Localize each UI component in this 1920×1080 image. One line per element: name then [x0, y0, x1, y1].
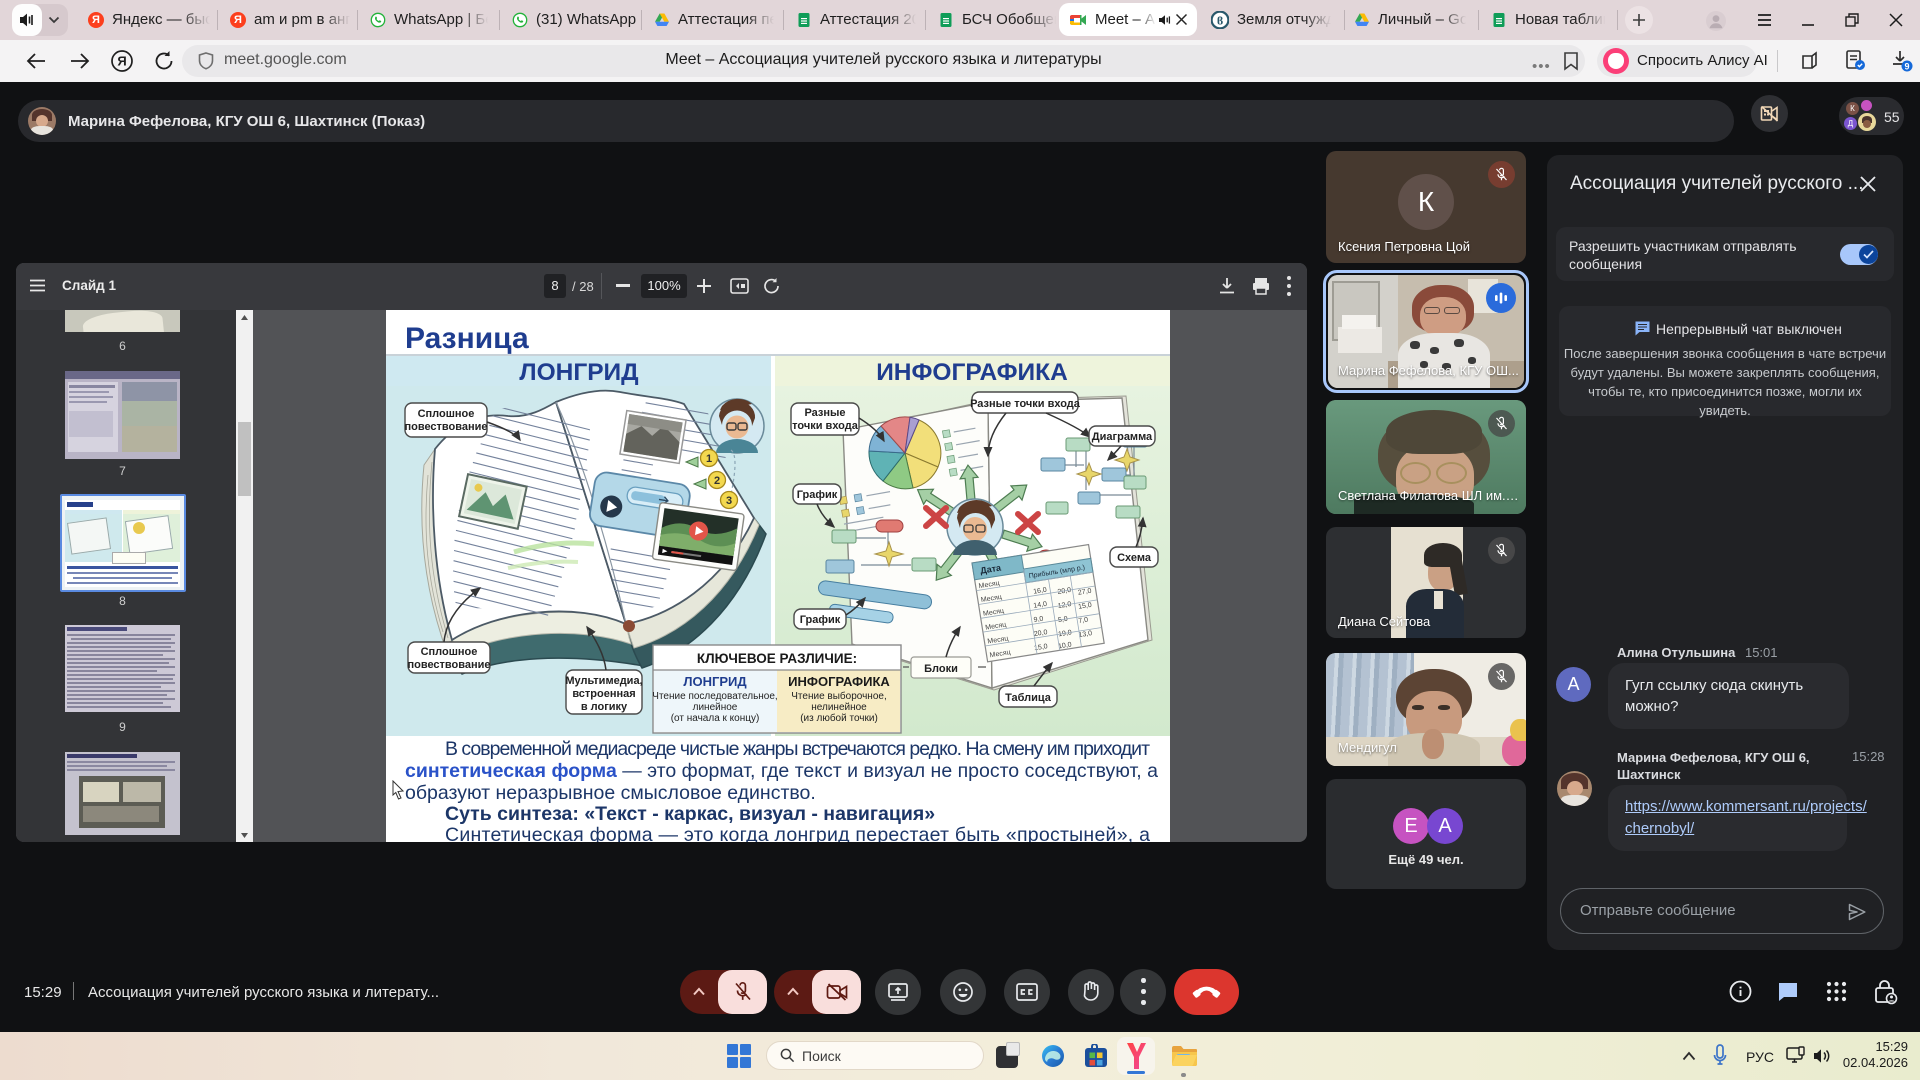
svg-text:Диаграмма: Диаграмма	[1092, 431, 1153, 443]
svg-text:В современной медиасреде чисты: В современной медиасреде чистые жанры вс…	[445, 738, 1150, 760]
svg-text:График: График	[800, 614, 841, 626]
svg-text:ЛОНГРИД: ЛОНГРИД	[683, 674, 747, 689]
svg-text:ϐ: ϐ	[1217, 14, 1223, 28]
svg-text:повествование: повествование	[404, 421, 487, 433]
svg-text:ИНФОГРАФИКА: ИНФОГРАФИКА	[876, 359, 1068, 386]
svg-text:Я: Я	[117, 54, 126, 69]
svg-text:линейное: линейное	[693, 702, 738, 713]
svg-text:точки входа: точки входа	[792, 420, 859, 432]
svg-text:3: 3	[726, 495, 732, 507]
svg-text:Разные точки входа: Разные точки входа	[970, 398, 1081, 410]
svg-text:График: График	[797, 489, 838, 501]
svg-text:синтетическая форма — это фор: синтетическая форма — это формат, где те…	[405, 760, 1158, 782]
svg-text:(из любой точки): (из любой точки)	[800, 712, 878, 724]
svg-text:Чтение выборочное,: Чтение выборочное,	[791, 690, 886, 702]
svg-text:ЛОНГРИД: ЛОНГРИД	[519, 359, 639, 386]
svg-text:Таблица: Таблица	[1005, 692, 1052, 704]
svg-text:Блоки: Блоки	[924, 663, 958, 675]
svg-text:ИНФОГРАФИКА: ИНФОГРАФИКА	[788, 674, 890, 689]
svg-text:Разные: Разные	[804, 407, 845, 419]
svg-text:Сплошное: Сплошное	[421, 646, 478, 658]
svg-text:повествование: повествование	[407, 659, 490, 671]
svg-text:1: 1	[706, 453, 712, 465]
svg-text:КЛЮЧЕВОЕ РАЗЛИЧИЕ:: КЛЮЧЕВОЕ РАЗЛИЧИЕ:	[697, 651, 857, 666]
svg-text:Синтетическая форма — это: Синтетическая форма — это когда лонгрид …	[445, 824, 1150, 842]
svg-text:Чтение последовательное,: Чтение последовательное,	[652, 691, 777, 702]
svg-text:в логику: в логику	[581, 701, 628, 713]
svg-text:образуют неразрывное смысловое: образуют неразрывное смысловое единство.	[405, 782, 816, 804]
svg-text:2: 2	[714, 475, 720, 487]
svg-text:Разница: Разница	[405, 322, 529, 355]
svg-text:Суть синтеза: «Текст - каркас,: Суть синтеза: «Текст - каркас, визуал - …	[445, 803, 935, 825]
svg-text:Сплошное: Сплошное	[418, 408, 475, 420]
svg-text:нелинейное: нелинейное	[811, 702, 867, 713]
svg-text:Мультимедиа,: Мультимедиа,	[565, 675, 642, 687]
svg-text:9: 9	[1904, 62, 1909, 72]
svg-text:(от начала к концу): (от начала к концу)	[671, 713, 760, 724]
svg-text:встроенная: встроенная	[572, 688, 635, 700]
svg-text:Схема: Схема	[1117, 552, 1152, 564]
